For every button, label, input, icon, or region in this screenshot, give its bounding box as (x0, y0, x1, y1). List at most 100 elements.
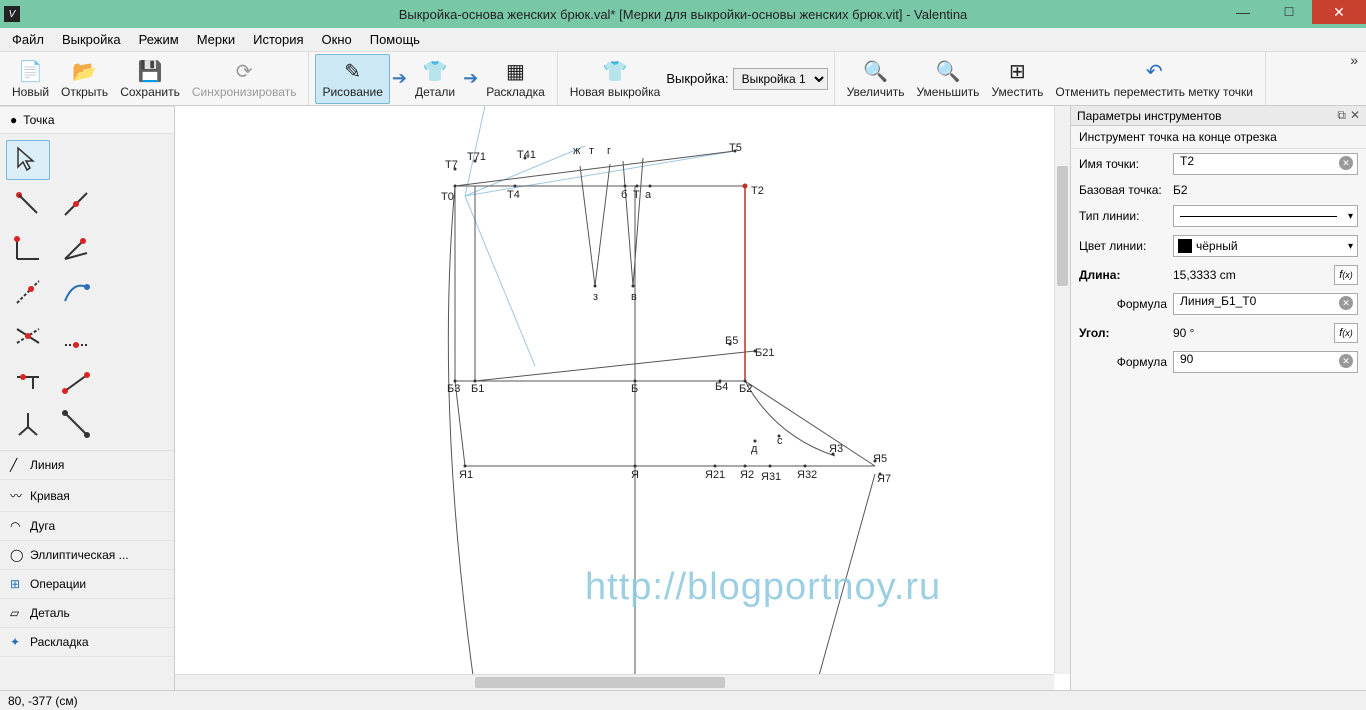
svg-text:Т71: Т71 (467, 151, 486, 163)
tool-triangle[interactable] (54, 360, 98, 400)
zoom-in-button[interactable]: 🔍Увеличить (841, 54, 911, 104)
svg-text:Б1: Б1 (471, 383, 484, 395)
menu-mode[interactable]: Режим (131, 29, 187, 50)
title-bar: V Выкройка-основа женских брюк.val* [Мер… (0, 0, 1366, 28)
zoom-out-button[interactable]: 🔍Уменьшить (910, 54, 985, 104)
maximize-button[interactable]: ☐ (1266, 0, 1312, 24)
sidebar-item-line[interactable]: ╱Линия (0, 451, 174, 480)
zoom-fit-button[interactable]: ⊞Уместить (985, 54, 1049, 104)
svg-text:Я1: Я1 (459, 469, 473, 481)
svg-text:Т2: Т2 (751, 185, 764, 197)
tool-perpendicular[interactable] (6, 228, 50, 268)
pattern-select[interactable]: Выкройка 1 (733, 68, 828, 90)
svg-text:т: т (589, 145, 594, 157)
svg-text:Т0: Т0 (441, 191, 454, 203)
properties-panel: Параметры инструментов ⧉✕ Инструмент точ… (1070, 106, 1366, 690)
close-button[interactable]: ✕ (1312, 0, 1366, 24)
prop-angle: Угол: 90 ° f(x) (1071, 319, 1366, 347)
svg-text:в: в (631, 291, 637, 303)
details-mode-button[interactable]: 👕Детали (409, 54, 461, 104)
sidebar-item-arc[interactable]: ◠Дуга (0, 512, 174, 541)
svg-text:Б21: Б21 (755, 347, 774, 359)
menu-measurements[interactable]: Мерки (189, 29, 243, 50)
menu-history[interactable]: История (245, 29, 311, 50)
tool-diag-point[interactable] (54, 404, 98, 444)
cursor-coords: 80, -377 (см) (8, 694, 78, 708)
menu-bar: Файл Выкройка Режим Мерки История Окно П… (0, 28, 1366, 52)
menu-pattern[interactable]: Выкройка (54, 29, 129, 50)
tool-intersection[interactable] (6, 316, 50, 356)
sidebar-item-operations[interactable]: ⊞Операции (0, 570, 174, 599)
new-button[interactable]: 📄Новый (6, 54, 55, 104)
svg-text:Я: Я (631, 469, 639, 481)
layout-mode-button[interactable]: ▦Раскладка (480, 54, 551, 104)
svg-text:Т41: Т41 (517, 149, 536, 161)
open-button[interactable]: 📂Открыть (55, 54, 114, 104)
menu-help[interactable]: Помощь (362, 29, 428, 50)
arrow-icon: ➔ (461, 68, 480, 89)
arrow-icon: ➔ (390, 68, 409, 89)
line-color-select[interactable]: чёрный (1173, 235, 1358, 257)
properties-titlebar[interactable]: Параметры инструментов ⧉✕ (1071, 106, 1366, 126)
fx-button[interactable]: f(x) (1334, 265, 1358, 285)
tool-segment-point[interactable] (6, 184, 50, 224)
svg-text:Я32: Я32 (797, 469, 817, 481)
tool-dots-line[interactable] (54, 316, 98, 356)
fx-button[interactable]: f(x) (1334, 323, 1358, 343)
prop-line-type: Тип линии: (1071, 201, 1366, 231)
tool-pointer[interactable] (6, 140, 50, 180)
left-panel: ●Точка ╱Линия 〰Кривая ◠Дуга ◯Эллиптическ… (0, 106, 175, 690)
tool-along-line[interactable] (6, 272, 50, 312)
svg-text:Я5: Я5 (873, 453, 887, 465)
svg-text:Я31: Я31 (761, 471, 781, 483)
sidebar-item-elliptical[interactable]: ◯Эллиптическая ... (0, 541, 174, 570)
main-toolbar: 📄Новый 📂Открыть 💾Сохранить ⟳Синхронизиро… (0, 52, 1366, 106)
drawing-canvas[interactable]: Т7 Т71 Т41 ж т г Т5 Т0 Т4 б Т а Т2 з в Б… (175, 106, 1070, 690)
svg-text:ж: ж (573, 145, 581, 157)
svg-text:Т: Т (633, 189, 640, 201)
status-bar: 80, -377 (см) (0, 690, 1366, 710)
new-pattern-button[interactable]: 👕Новая выкройка (564, 54, 667, 104)
prop-length: Длина: 15,3333 cm f(x) (1071, 261, 1366, 289)
horizontal-scrollbar[interactable] (175, 674, 1054, 690)
svg-text:Б: Б (631, 383, 638, 395)
point-section-header[interactable]: ●Точка (0, 106, 174, 134)
sidebar-item-curve[interactable]: 〰Кривая (0, 480, 174, 512)
length-formula-input[interactable]: Линия_Б1_Т0 (1173, 293, 1358, 315)
svg-text:Т4: Т4 (507, 189, 520, 201)
tool-bisector[interactable] (54, 228, 98, 268)
minimize-button[interactable]: — (1220, 0, 1266, 24)
dock-icon[interactable]: ⧉ (1337, 108, 1346, 123)
pattern-label: Выкройка: (666, 71, 732, 86)
tool-midpoint[interactable] (54, 184, 98, 224)
svg-text:Б5: Б5 (725, 335, 738, 347)
draw-mode-button[interactable]: ✎Рисование (315, 54, 389, 104)
undo-move-button[interactable]: ↶Отменить переместить метку точки (1049, 54, 1259, 104)
svg-text:Я21: Я21 (705, 469, 725, 481)
sync-button[interactable]: ⟳Синхронизировать (186, 54, 303, 104)
point-tool-grid (0, 134, 174, 450)
svg-text:Я3: Я3 (829, 443, 843, 455)
menu-file[interactable]: Файл (4, 29, 52, 50)
point-name-input[interactable]: Т2 (1173, 153, 1358, 175)
sidebar-item-detail[interactable]: ▱Деталь (0, 599, 174, 628)
sidebar-item-layout[interactable]: ✦Раскладка (0, 628, 174, 657)
svg-text:з: з (593, 291, 598, 303)
svg-text:Т5: Т5 (729, 142, 742, 154)
prop-point-name: Имя точки: Т2 (1071, 149, 1366, 179)
properties-subtitle: Инструмент точка на конце отрезка (1071, 126, 1366, 149)
close-panel-icon[interactable]: ✕ (1350, 108, 1360, 123)
tool-y-point[interactable] (6, 404, 50, 444)
menu-window[interactable]: Окно (314, 29, 360, 50)
svg-text:д: д (751, 443, 758, 455)
prop-angle-formula: Формула 90 (1071, 347, 1366, 377)
tool-curve-point[interactable] (54, 272, 98, 312)
tool-shoulder[interactable] (6, 360, 50, 400)
toolbar-overflow[interactable]: » (1342, 52, 1366, 105)
save-button[interactable]: 💾Сохранить (114, 54, 186, 104)
angle-formula-input[interactable]: 90 (1173, 351, 1358, 373)
svg-text:Я7: Я7 (877, 473, 891, 485)
line-type-select[interactable] (1173, 205, 1358, 227)
tool-category-list: ╱Линия 〰Кривая ◠Дуга ◯Эллиптическая ... … (0, 450, 174, 657)
vertical-scrollbar[interactable] (1054, 106, 1070, 674)
